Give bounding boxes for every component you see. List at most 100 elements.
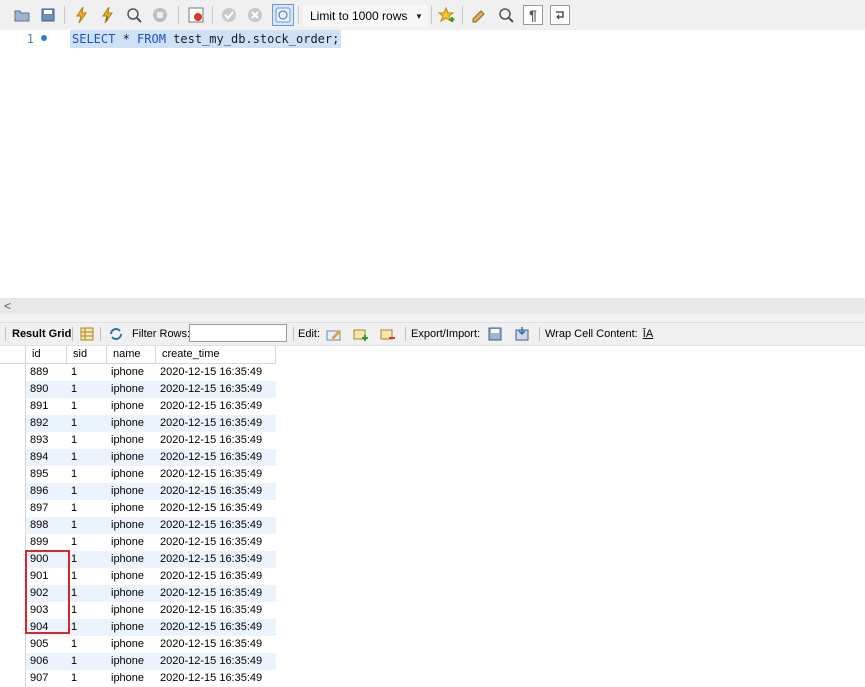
invisible-chars-icon[interactable]: ¶ [523,5,543,25]
cell-sid[interactable]: 1 [67,602,107,619]
execute-current-icon[interactable]: I [98,5,118,25]
cell-id[interactable]: 893 [26,432,67,449]
export-icon[interactable] [487,326,503,342]
open-folder-icon[interactable] [12,5,32,25]
cell-name[interactable]: iphone [107,466,156,483]
cell-name[interactable]: iphone [107,432,156,449]
cell-create-time[interactable]: 2020-12-15 16:35:49 [156,653,276,670]
row-header[interactable] [0,653,26,670]
cell-sid[interactable]: 1 [67,432,107,449]
cell-id[interactable]: 892 [26,415,67,432]
row-header[interactable] [0,483,26,500]
cell-create-time[interactable]: 2020-12-15 16:35:49 [156,466,276,483]
row-header[interactable] [0,466,26,483]
cell-name[interactable]: iphone [107,517,156,534]
cell-name[interactable]: iphone [107,670,156,687]
find-icon[interactable] [496,5,516,25]
cell-name[interactable]: iphone [107,653,156,670]
sql-editor[interactable]: 1 SELECT * FROM test_my_db.stock_order; [0,30,865,298]
row-header[interactable] [0,551,26,568]
cell-id[interactable]: 900 [26,551,67,568]
execute-icon[interactable] [72,5,92,25]
cell-create-time[interactable]: 2020-12-15 16:35:49 [156,636,276,653]
cell-name[interactable]: iphone [107,364,156,381]
row-header[interactable] [0,432,26,449]
cell-sid[interactable]: 1 [67,381,107,398]
cell-sid[interactable]: 1 [67,449,107,466]
cell-create-time[interactable]: 2020-12-15 16:35:49 [156,398,276,415]
cell-create-time[interactable]: 2020-12-15 16:35:49 [156,551,276,568]
cell-name[interactable]: iphone [107,500,156,517]
toggle-error-stop-icon[interactable] [186,5,206,25]
cell-sid[interactable]: 1 [67,466,107,483]
cell-sid[interactable]: 1 [67,534,107,551]
stop-icon[interactable] [150,5,170,25]
cell-sid[interactable]: 1 [67,364,107,381]
cell-id[interactable]: 902 [26,585,67,602]
cell-name[interactable]: iphone [107,449,156,466]
cell-create-time[interactable]: 2020-12-15 16:35:49 [156,670,276,687]
sql-statement[interactable]: SELECT * FROM test_my_db.stock_order; [70,30,342,48]
delete-row-icon[interactable] [380,326,396,342]
beautify-icon[interactable] [469,5,489,25]
column-header-create-time[interactable]: create_time [156,345,276,364]
cell-sid[interactable]: 1 [67,670,107,687]
cell-sid[interactable]: 1 [67,551,107,568]
cell-id[interactable]: 904 [26,619,67,636]
cell-name[interactable]: iphone [107,534,156,551]
cell-name[interactable]: iphone [107,381,156,398]
cell-id[interactable]: 890 [26,381,67,398]
cell-id[interactable]: 901 [26,568,67,585]
wrap-icon[interactable] [550,5,570,25]
autocommit-icon[interactable] [272,4,294,26]
cell-sid[interactable]: 1 [67,636,107,653]
cell-name[interactable]: iphone [107,636,156,653]
cell-create-time[interactable]: 2020-12-15 16:35:49 [156,585,276,602]
cell-id[interactable]: 894 [26,449,67,466]
cell-id[interactable]: 898 [26,517,67,534]
column-header-sid[interactable]: sid [67,345,107,364]
column-header-name[interactable]: name [107,345,156,364]
cell-create-time[interactable]: 2020-12-15 16:35:49 [156,500,276,517]
cell-create-time[interactable]: 2020-12-15 16:35:49 [156,534,276,551]
insert-row-icon[interactable] [353,326,369,342]
cell-create-time[interactable]: 2020-12-15 16:35:49 [156,619,276,636]
add-snippet-icon[interactable] [437,5,457,25]
cell-create-time[interactable]: 2020-12-15 16:35:49 [156,517,276,534]
save-icon[interactable] [38,5,58,25]
cell-id[interactable]: 889 [26,364,67,381]
cell-id[interactable]: 907 [26,670,67,687]
cell-id[interactable]: 903 [26,602,67,619]
cell-sid[interactable]: 1 [67,398,107,415]
scroll-left-icon[interactable]: < [4,298,11,314]
row-header[interactable] [0,398,26,415]
cell-name[interactable]: iphone [107,551,156,568]
cell-sid[interactable]: 1 [67,483,107,500]
row-header[interactable] [0,568,26,585]
cell-sid[interactable]: 1 [67,585,107,602]
limit-rows-select[interactable]: Limit to 1000 rows ▼ [303,5,428,27]
result-grid-tab[interactable]: Result Grid [12,323,71,345]
cell-id[interactable]: 897 [26,500,67,517]
cell-name[interactable]: iphone [107,483,156,500]
row-header[interactable] [0,500,26,517]
editor-horizontal-scrollbar[interactable]: < [0,298,865,314]
cell-name[interactable]: iphone [107,415,156,432]
cell-create-time[interactable]: 2020-12-15 16:35:49 [156,364,276,381]
cell-create-time[interactable]: 2020-12-15 16:35:49 [156,381,276,398]
edit-row-icon[interactable] [326,326,342,342]
row-header[interactable] [0,670,26,687]
filter-rows-input[interactable] [189,324,287,342]
explain-icon[interactable] [124,5,144,25]
cell-sid[interactable]: 1 [67,653,107,670]
row-header[interactable] [0,602,26,619]
row-header[interactable] [0,619,26,636]
cell-create-time[interactable]: 2020-12-15 16:35:49 [156,483,276,500]
row-header[interactable] [0,534,26,551]
rollback-icon[interactable] [245,5,265,25]
cell-sid[interactable]: 1 [67,619,107,636]
cell-create-time[interactable]: 2020-12-15 16:35:49 [156,602,276,619]
commit-icon[interactable] [219,5,239,25]
cell-create-time[interactable]: 2020-12-15 16:35:49 [156,449,276,466]
cell-sid[interactable]: 1 [67,568,107,585]
